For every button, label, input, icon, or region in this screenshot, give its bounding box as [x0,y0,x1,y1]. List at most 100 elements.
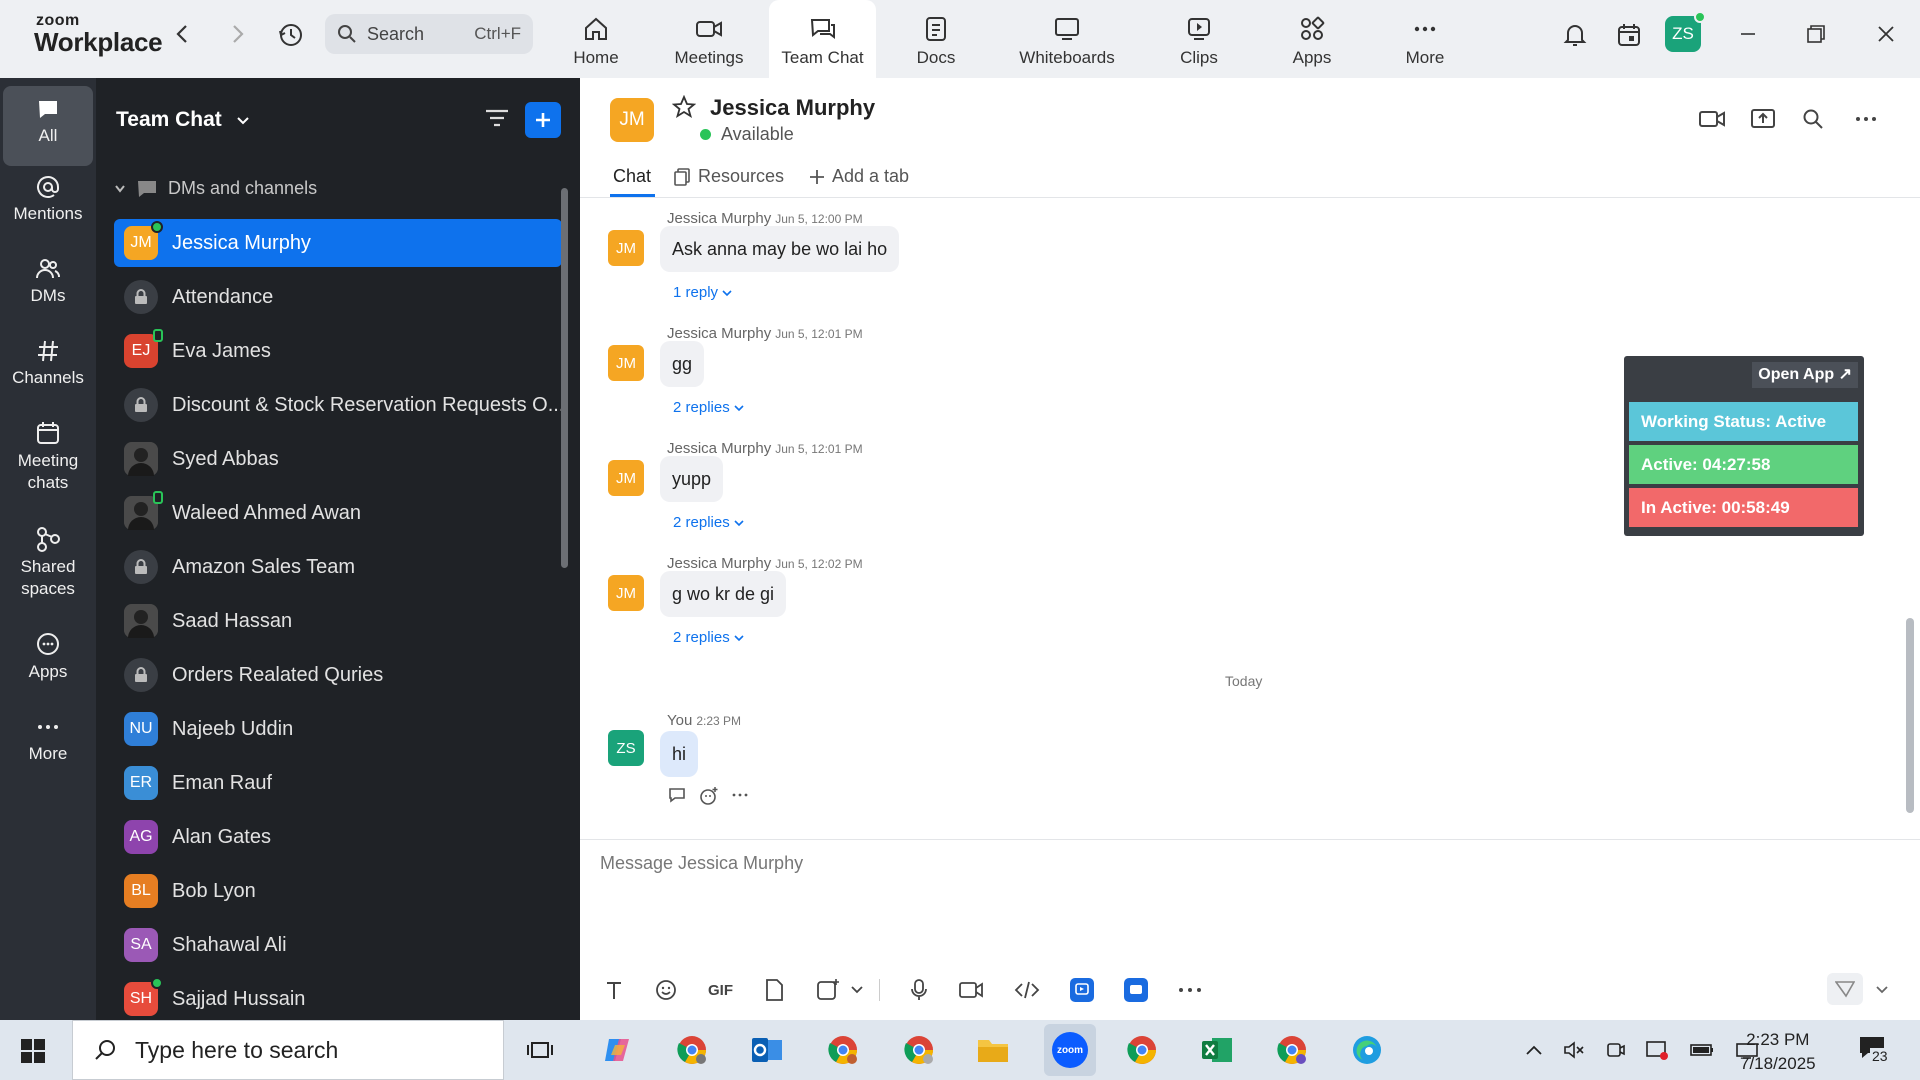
message-bubble[interactable]: yupp [660,456,724,502]
conversation-item[interactable]: Amazon Sales Team [114,543,562,591]
thread-replies-link[interactable]: 2 replies [673,629,744,646]
video-camera-icon[interactable] [1698,108,1726,135]
rail-dms[interactable]: DMs [3,256,93,306]
conversation-item[interactable]: Waleed Ahmed Awan [114,489,562,537]
app-whiteboard-icon[interactable] [1124,978,1148,1002]
rail-channels[interactable]: Channels [3,338,93,388]
message-avatar[interactable]: JM [608,230,644,266]
chat-scrollbar[interactable] [1906,618,1914,813]
nav-team-chat[interactable]: Team Chat [769,0,876,78]
app-clips-icon[interactable] [1070,978,1094,1002]
nav-clips[interactable]: Clips [1144,0,1254,78]
nav-apps[interactable]: Apps [1257,0,1367,78]
send-options-chevron-icon[interactable] [1876,981,1888,999]
more-options-icon[interactable] [1854,108,1878,135]
conversation-item[interactable]: Syed Abbas [114,435,1876,483]
message-avatar[interactable]: JM [608,575,644,611]
chrome-profile-5-icon[interactable] [1271,1030,1313,1070]
screen-record-icon[interactable] [1645,1039,1669,1061]
filter-icon[interactable] [484,106,510,135]
text-format-icon[interactable] [604,979,624,1001]
message-avatar[interactable]: JM [608,460,644,496]
thread-replies-link[interactable]: 2 replies [673,514,744,531]
send-button[interactable] [1827,973,1863,1005]
conversation-item[interactable]: AG Alan Gates [114,813,1876,861]
tab-add[interactable]: Add a tab [808,166,909,187]
bell-icon[interactable] [1560,20,1590,50]
nav-meetings[interactable]: Meetings [654,0,764,78]
chevron-up-icon[interactable] [1525,1044,1543,1056]
microphone-icon[interactable] [910,978,928,1002]
sidebar-title[interactable]: Team Chat [116,108,250,132]
battery-icon[interactable] [1689,1042,1715,1058]
message-bubble[interactable]: Ask anna may be wo lai ho [660,226,900,272]
own-message-bubble[interactable]: hi [660,731,699,777]
contact-avatar[interactable]: JM [610,98,654,142]
new-chat-button[interactable] [525,102,561,138]
open-app-button[interactable]: Open App ↗ [1752,362,1858,388]
calendar-icon[interactable] [1614,20,1644,50]
more-dots-icon[interactable] [1178,985,1202,995]
restore-icon[interactable] [1804,22,1828,46]
screenshot-button[interactable] [815,978,863,1002]
conversation-item[interactable]: Discount & Stock Reservation Requests O.… [114,381,562,429]
conversation-item[interactable]: Attendance [114,273,562,321]
minimize-icon[interactable] [1736,22,1760,46]
chrome-profile-4-icon[interactable] [1121,1030,1163,1070]
conversation-item[interactable]: BL Bob Lyon [114,867,1876,915]
volume-muted-icon[interactable] [1563,1040,1585,1060]
own-avatar[interactable]: ZS [608,730,644,766]
video-message-icon[interactable] [958,979,984,1001]
chrome-profile-2-icon[interactable] [822,1030,864,1070]
meet-now-icon[interactable] [1605,1039,1625,1061]
rail-apps[interactable]: Apps [3,632,93,682]
conversation-item[interactable]: SH Sajjad Hussain [114,975,562,1023]
taskbar-clock[interactable]: 2:23 PM 7/18/2025 [1740,1028,1816,1076]
message-input[interactable]: Message Jessica Murphy [600,853,803,874]
excel-icon[interactable] [1196,1030,1238,1070]
nav-more[interactable]: More [1370,0,1480,78]
share-screen-icon[interactable] [1750,107,1776,136]
sidebar-scrollbar[interactable] [561,188,568,568]
rail-more[interactable]: More [3,714,93,764]
more-dots-icon[interactable] [731,786,749,804]
contact-name[interactable]: Jessica Murphy [710,95,875,121]
tab-chat[interactable]: Chat [613,166,651,187]
nav-home[interactable]: Home [541,0,651,78]
conversation-item[interactable]: ER Eman Rauf [114,759,1876,807]
zoom-taskbar-icon[interactable]: zoom [1044,1024,1096,1076]
message-bubble[interactable]: gg [660,341,705,387]
conversation-item[interactable]: Orders Realated Quries [114,651,562,699]
rail-mentions[interactable]: Mentions [3,174,93,224]
copilot-icon[interactable] [596,1030,638,1070]
conversation-item[interactable]: JM Jessica Murphy [114,219,562,267]
forward-arrow-icon[interactable] [226,20,250,48]
message-bubble[interactable]: g wo kr de gi [660,571,787,617]
search-icon[interactable] [1802,108,1824,135]
file-icon[interactable] [763,978,785,1002]
history-icon[interactable] [276,20,306,50]
task-view-icon[interactable] [519,1030,561,1070]
conversation-item[interactable]: NU Najeeb Uddin [114,705,1876,753]
reply-icon[interactable] [667,786,687,804]
user-avatar[interactable]: ZS [1665,11,1706,52]
star-icon[interactable] [671,94,697,124]
emoji-reaction-icon[interactable] [699,786,719,806]
file-explorer-icon[interactable] [972,1030,1014,1070]
rail-meeting-chats[interactable]: Meeting chats [3,420,93,494]
chrome-profile-3-icon[interactable] [898,1030,940,1070]
taskbar-search[interactable]: Type here to search [72,1020,504,1080]
rail-all[interactable]: All [3,86,93,166]
windows-start-icon[interactable] [20,1038,46,1069]
back-arrow-icon[interactable] [170,20,194,48]
code-snippet-icon[interactable] [1014,979,1040,1001]
thread-replies-link[interactable]: 1 reply [673,284,732,301]
gif-button[interactable]: GIF [708,982,733,999]
chrome-icon[interactable] [671,1030,713,1070]
outlook-icon[interactable] [746,1030,788,1070]
emoji-icon[interactable] [654,978,678,1002]
edge-icon[interactable] [1346,1030,1388,1070]
close-icon[interactable] [1874,22,1898,46]
section-dms-and-channels[interactable]: DMs and channels [114,178,317,199]
nav-docs[interactable]: Docs [881,0,991,78]
